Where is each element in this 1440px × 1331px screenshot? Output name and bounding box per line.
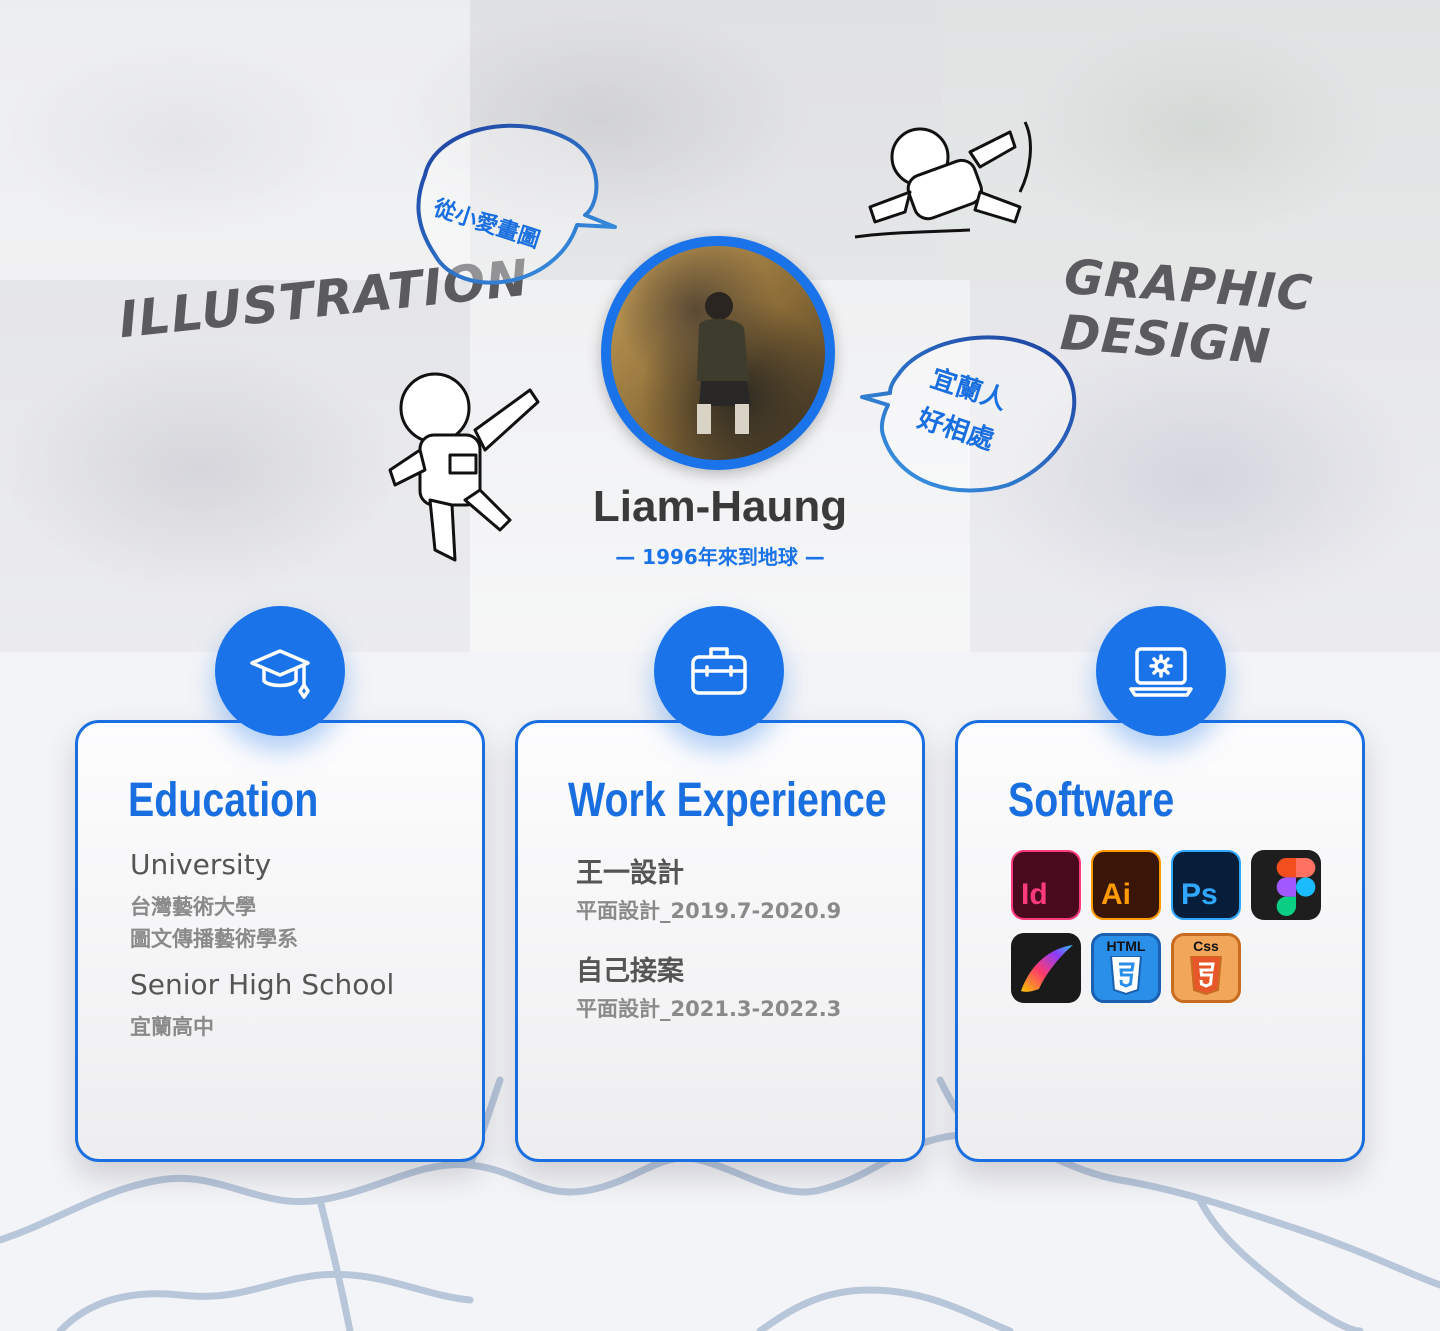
education-badge [215,606,345,736]
photoshop-icon: Ps [1171,850,1241,920]
work-detail: 平面設計_2021.3-2022.3 [576,997,842,1021]
software-card: Software Id Ai Ps HTML Css [955,720,1365,1162]
laptop-gear-icon [1129,647,1193,697]
speech-bubble-right [860,335,1077,493]
education-level: University [130,848,272,881]
html5-icon: HTML [1091,933,1161,1003]
profile-name: Liam-Haung [592,482,848,531]
figma-icon [1251,850,1321,920]
software-badge [1096,606,1226,736]
procreate-icon [1011,933,1081,1003]
work-badge [654,606,784,736]
indesign-icon: Id [1011,850,1081,920]
briefcase-icon [691,647,747,695]
profile-tagline: — 1996年來到地球 — [615,545,825,569]
education-school: 台灣藝術大學 [130,895,256,919]
education-level: Senior High School [130,968,395,1001]
person-silhouette-icon [697,292,751,434]
work-company: 自己接案 [576,956,684,987]
css3-icon: Css [1171,933,1241,1003]
work-company: 王一設計 [576,858,684,889]
graduation-cap-icon [250,649,310,699]
avatar [601,236,835,470]
education-title: Education [128,774,319,827]
work-experience-card: Work Experience 王一設計 平面設計_2019.7-2020.9 … [515,720,925,1162]
work-title: Work Experience [568,774,887,827]
software-title: Software [1008,774,1175,827]
astronaut-doodle-icon [388,372,540,562]
astronaut-doodle-icon [854,121,1032,239]
work-detail: 平面設計_2019.7-2020.9 [576,899,842,923]
education-school: 宜蘭高中 [130,1015,214,1039]
education-department: 圖文傳播藝術學系 [130,927,298,951]
education-card: Education University 台灣藝術大學 圖文傳播藝術學系 Sen… [75,720,485,1162]
illustrator-icon: Ai [1091,850,1161,920]
